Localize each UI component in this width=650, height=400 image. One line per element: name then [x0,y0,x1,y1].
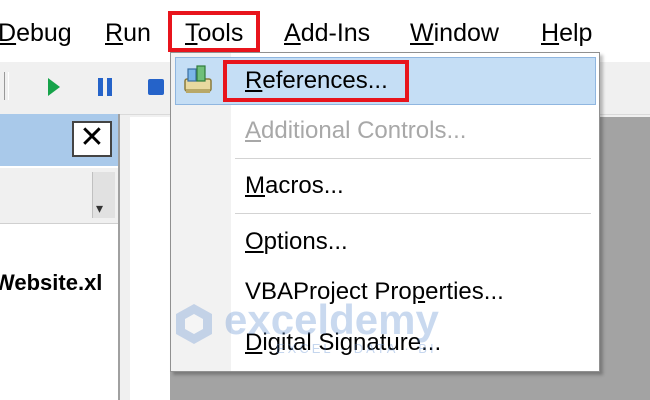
accelerator-key: A [284,19,301,47]
accelerator-key: O [245,228,264,255]
watermark-brand: exceldemy [224,296,439,343]
close-icon[interactable]: ✕ [72,121,112,157]
menu-separator [235,213,591,214]
menu-add-ins[interactable]: Add-Ins [284,13,370,53]
reset-icon[interactable] [148,79,164,95]
code-window-edge [130,117,170,400]
project-tree-item[interactable]: Website.xl [0,270,102,296]
references-highlight-box [223,60,409,102]
chevron-down-icon: ▾ [96,200,104,216]
menu-separator [235,158,591,159]
accelerator-key: R [105,19,124,47]
accelerator-key: D [0,19,17,47]
run-icon[interactable] [48,78,60,96]
accelerator-key: W [410,19,434,47]
menu-item-options[interactable]: Options... [245,222,348,262]
menu-item-additional-controls: Additional Controls... [245,117,467,144]
menu-help[interactable]: Help [541,13,592,53]
accelerator-key: M [245,172,265,199]
watermark-tagline: EXCEL · DATA · BI [276,341,437,356]
menu-debug[interactable]: Debug [0,13,72,53]
toolbar-grip[interactable] [4,72,9,100]
accelerator-key: H [541,19,560,47]
menu-window[interactable]: Window [410,13,499,53]
menu-run[interactable]: Run [105,13,151,53]
watermark-logo-icon [176,304,212,344]
references-icon [184,65,212,93]
tools-highlight-box [168,11,260,52]
menu-item-macros[interactable]: Macros... [245,166,344,206]
break-icon[interactable] [98,78,114,96]
accelerator-key: A [245,117,262,144]
